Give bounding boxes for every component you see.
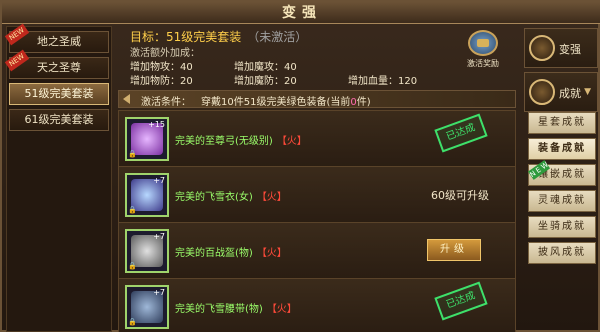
- enhance-level: +7: [153, 232, 165, 241]
- achieved-stamp: 已达成: [434, 281, 488, 321]
- button-label: 变强: [559, 43, 581, 56]
- stat-hp: 增加血量：120: [348, 76, 418, 87]
- condition-suffix: 件): [356, 97, 371, 108]
- bow-icon[interactable]: +15 🔒: [125, 117, 169, 161]
- shield-emblem-icon: [529, 35, 555, 61]
- element-tag: 【火】: [276, 136, 307, 147]
- lock-icon: 🔒: [128, 318, 137, 326]
- menu-cape-achievement[interactable]: 披风成就: [528, 242, 596, 264]
- menu-inlay-achievement[interactable]: NEW 镶嵌成就: [527, 159, 596, 186]
- item-name: 完美的至尊弓(无级别) 【火】: [175, 132, 307, 147]
- button-label: 成就: [559, 87, 581, 100]
- condition-label: 激活条件：: [141, 97, 191, 108]
- become-stronger-button[interactable]: 变强: [524, 28, 598, 68]
- item-name: 完美的百战盔(物) 【火】: [175, 244, 287, 259]
- item-name: 完美的飞雪衣(女) 【火】: [175, 188, 287, 203]
- list-item[interactable]: +7 🔒 完美的飞雪衣(女) 【火】 60级可升级: [118, 166, 516, 224]
- element-tag: 【火】: [256, 248, 287, 259]
- treasure-chest-icon: [468, 30, 498, 56]
- new-ribbon: NEW: [4, 23, 30, 46]
- tab-heaven-saint[interactable]: NEW 天之圣尊: [4, 49, 109, 79]
- item-name-text: 完美的至尊弓(无级别): [175, 136, 273, 147]
- menu-star-set-achievement[interactable]: 星套成就: [528, 112, 596, 134]
- menu-mount-achievement[interactable]: 坐骑成就: [528, 216, 596, 238]
- achievement-button[interactable]: 成就 ▼: [524, 72, 598, 112]
- lock-icon: 🔒: [128, 206, 137, 214]
- condition-text: 穿戴10件51级完美绿色装备(当前0件): [201, 93, 371, 108]
- lock-icon: 🔒: [128, 262, 137, 270]
- tab-earth-saint[interactable]: NEW 地之圣威: [4, 23, 109, 53]
- condition-prefix: 穿戴10件51级完美绿色装备(当前: [201, 97, 351, 108]
- chevron-down-icon: ▼: [584, 87, 591, 97]
- activation-reward-button[interactable]: 激活奖励: [456, 30, 510, 86]
- bonus-title: 激活额外加成：: [130, 48, 200, 59]
- item-name-text: 完美的飞雪衣(女): [175, 192, 253, 203]
- achievement-window: 变强 NEW 地之圣威 NEW 天之圣尊 51级完美套装 61级完美套装 目标：…: [0, 0, 600, 332]
- menu-soul-achievement[interactable]: 灵魂成就: [528, 190, 596, 212]
- achieved-stamp: 已达成: [434, 113, 488, 153]
- item-name-text: 完美的飞雪腰带(物): [175, 304, 263, 315]
- upgrade-hint: 60级可升级: [431, 189, 489, 202]
- lock-icon: 🔒: [128, 150, 137, 158]
- set-header: 目标：51级完美套装 （未激活） 激活额外加成： 增加物攻：40 增加魔攻：40 …: [116, 26, 518, 90]
- window-titlebar: 变强: [2, 2, 600, 24]
- list-item[interactable]: +7 🔒 完美的百战盔(物) 【火】 升级: [118, 222, 516, 280]
- helmet-icon[interactable]: +7 🔒: [125, 229, 169, 273]
- tab-label: 61级完美套装: [24, 113, 94, 126]
- equipment-list[interactable]: +15 🔒 完美的至尊弓(无级别) 【火】 已达成 +7 🔒 完美的飞雪衣(女) 【…: [118, 110, 516, 332]
- stat-mag-def: 增加魔防：20: [234, 76, 297, 87]
- arrow-left-icon: [123, 94, 130, 104]
- tab-label: 51级完美套装: [24, 87, 94, 100]
- stat-phys-atk: 增加物攻：40: [130, 62, 193, 73]
- armor-icon[interactable]: +7 🔒: [125, 173, 169, 217]
- item-name: 完美的飞雪腰带(物) 【火】: [175, 300, 297, 315]
- target-text: 目标：51级完美套装: [130, 30, 242, 44]
- achievement-emblem-icon: [529, 79, 555, 105]
- stat-phys-def: 增加物防：20: [130, 76, 193, 87]
- tab-61-perfect-set[interactable]: 61级完美套装: [9, 109, 109, 131]
- set-target: 目标：51级完美套装 （未激活）: [130, 28, 307, 45]
- right-menu: 变强 成就 ▼ 星套成就 装备成就 NEW 镶嵌成就 灵魂成就 坐骑成就 披风成…: [520, 26, 600, 332]
- tab-label: 地之圣威: [37, 35, 81, 48]
- list-item[interactable]: +15 🔒 完美的至尊弓(无级别) 【火】 已达成: [118, 110, 516, 168]
- tab-51-perfect-set[interactable]: 51级完美套装: [9, 83, 109, 105]
- set-tabs-panel: NEW 地之圣威 NEW 天之圣尊 51级完美套装 61级完美套装: [4, 23, 112, 332]
- menu-equipment-achievement[interactable]: 装备成就: [528, 138, 596, 160]
- activation-condition-bar: 激活条件： 穿戴10件51级完美绿色装备(当前0件): [118, 90, 516, 108]
- upgrade-button[interactable]: 升级: [427, 239, 481, 261]
- tab-label: 天之圣尊: [37, 61, 81, 74]
- enhance-level: +15: [148, 120, 165, 129]
- activation-status: （未激活）: [247, 30, 308, 44]
- element-tag: 【火】: [256, 192, 287, 203]
- list-item[interactable]: +7 🔒 完美的飞雪腰带(物) 【火】 已达成: [118, 278, 516, 332]
- enhance-level: +7: [153, 176, 165, 185]
- enhance-level: +7: [153, 288, 165, 297]
- stat-mag-atk: 增加魔攻：40: [234, 62, 297, 73]
- element-tag: 【火】: [266, 304, 297, 315]
- reward-label: 激活奖励: [467, 59, 499, 68]
- window-title: 变强: [282, 5, 322, 21]
- item-name-text: 完美的百战盔(物): [175, 248, 253, 259]
- belt-icon[interactable]: +7 🔒: [125, 285, 169, 329]
